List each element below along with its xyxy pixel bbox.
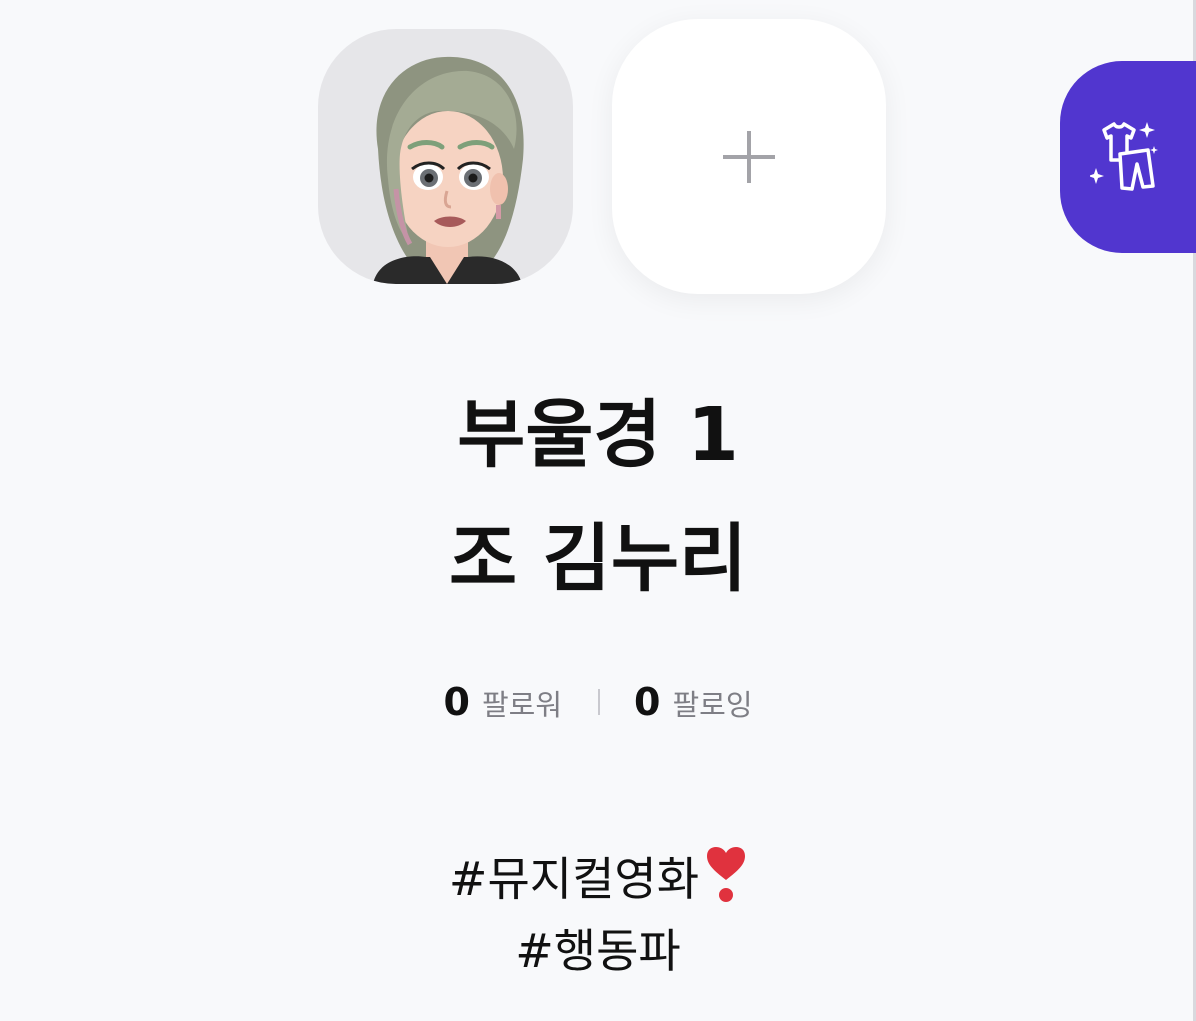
heart-exclamation-icon bbox=[705, 846, 747, 911]
following-count: 0 bbox=[634, 680, 661, 724]
bio-hashtag-musical-movie[interactable]: #뮤지컬영화 bbox=[449, 852, 699, 906]
outfit-studio-button[interactable] bbox=[1060, 61, 1196, 253]
bio-hashtag-action[interactable]: #행동파 bbox=[515, 924, 681, 978]
profile-name-line2: 조 김누리 bbox=[448, 516, 748, 602]
avatar-image bbox=[373, 56, 524, 284]
following-label: 팔로잉 bbox=[672, 688, 753, 722]
bio-line1: #뮤지컬영화 bbox=[0, 847, 1196, 915]
follow-stats: 0 팔로워 0 팔로잉 bbox=[0, 680, 1196, 724]
bio-line2: #행동파 bbox=[0, 928, 1196, 974]
stats-divider bbox=[598, 689, 600, 715]
profile-name-line1: 부울경 1 bbox=[457, 392, 739, 478]
following-stat[interactable]: 0 팔로잉 bbox=[634, 680, 753, 724]
profile-avatar[interactable] bbox=[318, 29, 573, 284]
plus-icon bbox=[723, 130, 775, 183]
followers-count: 0 bbox=[443, 680, 470, 724]
outfit-sparkle-icon bbox=[1090, 122, 1158, 191]
followers-label: 팔로워 bbox=[481, 688, 562, 722]
followers-stat[interactable]: 0 팔로워 bbox=[444, 680, 563, 724]
add-profile-button[interactable] bbox=[612, 19, 886, 294]
